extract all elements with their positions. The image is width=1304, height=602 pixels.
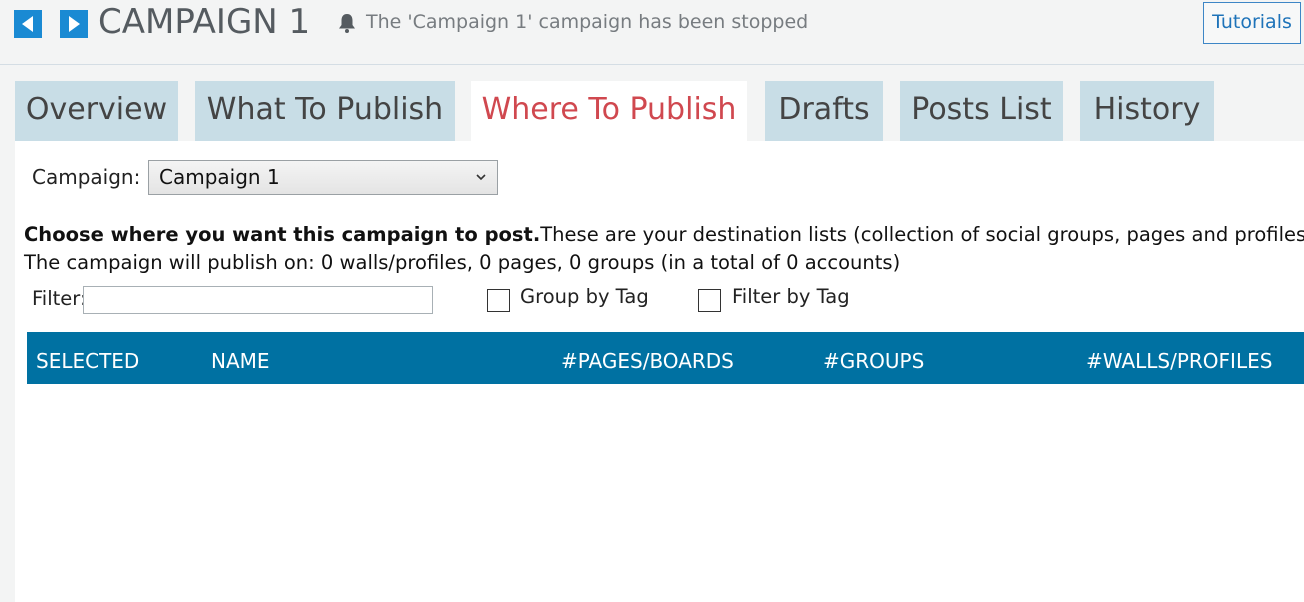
tab-posts-list[interactable]: Posts List [900,81,1063,141]
tab-drafts[interactable]: Drafts [765,81,883,141]
column-header-pages-boards[interactable]: #PAGES/BOARDS [561,332,734,384]
filter-label: Filter: [32,287,87,310]
page-title: CAMPAIGN 1 [98,2,311,42]
triangle-left-icon [22,16,33,32]
filter-input[interactable] [83,286,433,314]
group-by-tag-label: Group by Tag [520,285,649,308]
forward-button[interactable] [60,10,88,38]
tab-where-to-publish[interactable]: Where To Publish [471,81,747,141]
tab-history[interactable]: History [1080,81,1214,141]
campaign-select-value: Campaign 1 [159,165,280,189]
filter-by-tag-label: Filter by Tag [732,285,850,308]
instructions-rest: These are your destination lists (collec… [540,223,1304,246]
group-by-tag-checkbox[interactable] [487,289,510,312]
column-header-selected[interactable]: SELECTED [36,332,139,384]
top-header: CAMPAIGN 1 The 'Campaign 1' campaign has… [0,0,1304,65]
back-button[interactable] [14,10,42,38]
filter-by-tag-checkbox[interactable] [698,289,721,312]
campaign-label: Campaign: [32,165,141,189]
column-header-name[interactable]: NAME [211,332,270,384]
triangle-right-icon [69,16,80,32]
column-header-walls-profiles[interactable]: #WALLS/PROFILES [1086,332,1272,384]
status-message: The 'Campaign 1' campaign has been stopp… [366,11,809,33]
column-header-groups[interactable]: #GROUPS [823,332,924,384]
campaign-select[interactable]: Campaign 1 [148,160,498,195]
tutorials-button[interactable]: Tutorials [1203,2,1301,44]
chevron-down-icon [476,174,486,181]
instructions-text: Choose where you want this campaign to p… [24,221,1304,277]
table-header: SELECTED NAME #PAGES/BOARDS #GROUPS #WAL… [27,332,1304,384]
tab-what-to-publish[interactable]: What To Publish [195,81,455,141]
tab-overview[interactable]: Overview [15,81,178,141]
bell-icon [339,14,355,33]
instructions-bold: Choose where you want this campaign to p… [24,223,541,246]
publish-summary: The campaign will publish on: 0 walls/pr… [24,251,901,274]
